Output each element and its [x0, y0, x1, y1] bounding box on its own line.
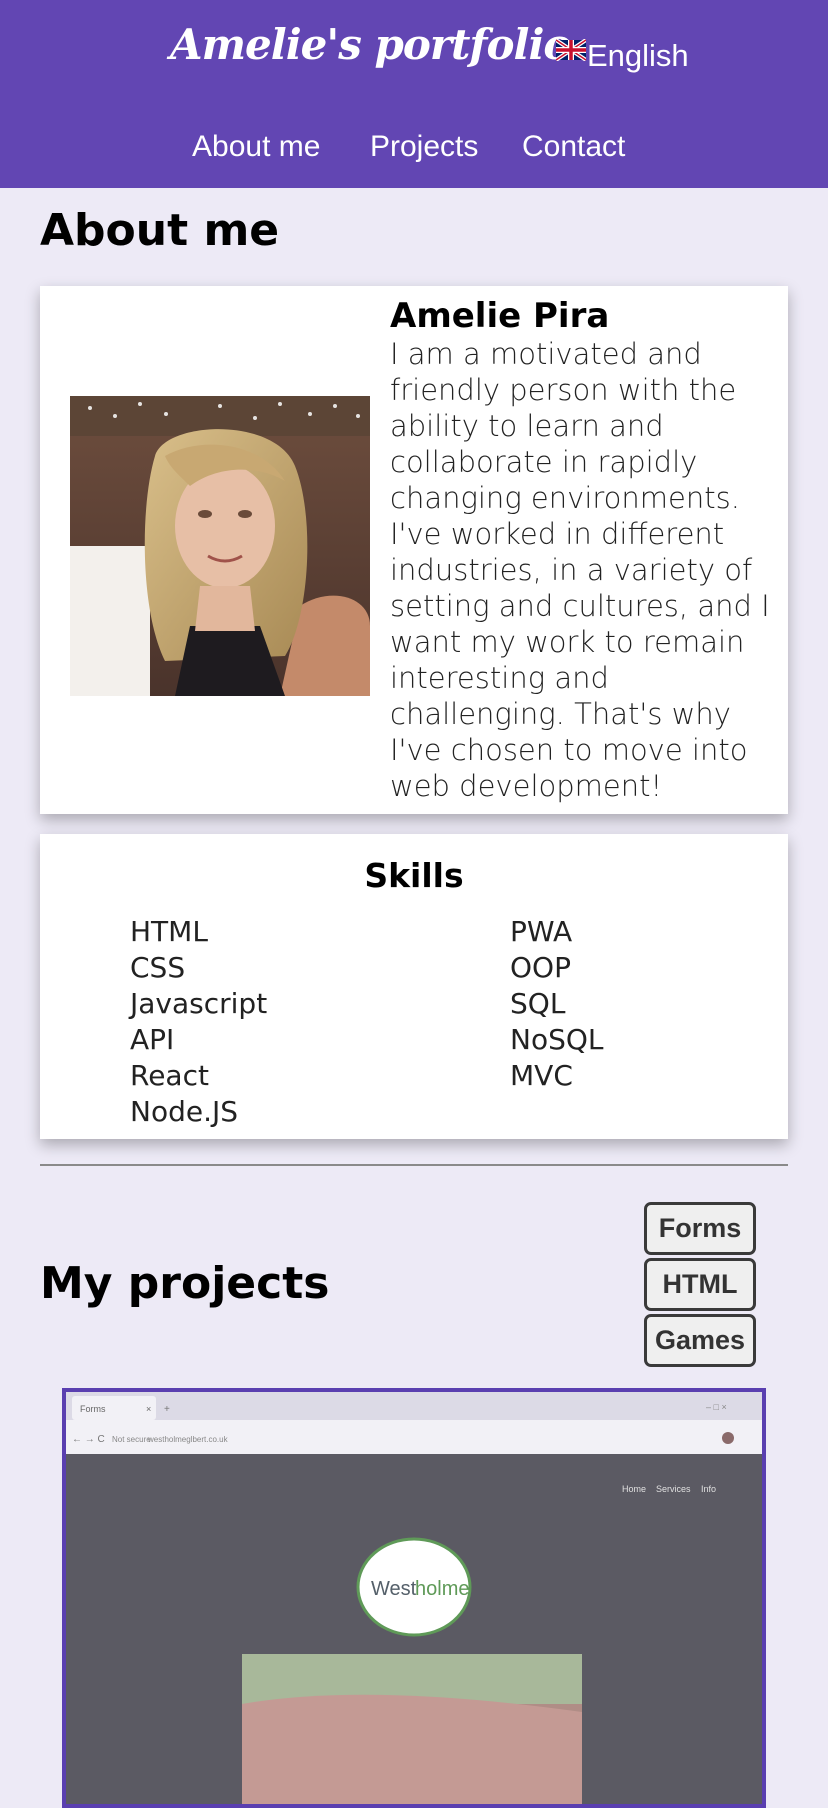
skill-item: API: [130, 1023, 175, 1056]
skill-item: Node.JS: [130, 1095, 239, 1128]
skill-item: CSS: [130, 951, 186, 984]
svg-text:– □ ×: – □ ×: [706, 1402, 727, 1412]
svg-text:+: +: [164, 1404, 170, 1415]
person-name: Amelie Pira: [390, 296, 610, 336]
skill-item: MVC: [510, 1059, 573, 1092]
language-selector[interactable]: English: [556, 38, 689, 74]
nav-about-me[interactable]: About me: [192, 130, 320, 164]
skill-item: SQL: [510, 987, 566, 1020]
project-screenshot: Forms × + – □ × ← → C Not secure westhol…: [66, 1392, 762, 1804]
preview-logo-text-2: holme: [415, 1578, 469, 1600]
preview-menu-home: Home: [622, 1484, 646, 1494]
preview-logo-text-1: West: [371, 1578, 417, 1600]
preview-url: westholmeglbert.co.uk: [147, 1435, 229, 1444]
preview-security: Not secure: [112, 1435, 151, 1444]
projects-heading: My projects: [40, 1258, 330, 1309]
language-label: English: [587, 38, 689, 73]
filter-forms-button[interactable]: Forms: [644, 1202, 756, 1255]
section-divider: [40, 1164, 788, 1166]
filter-html-button[interactable]: HTML: [644, 1258, 756, 1311]
skill-item: OOP: [510, 951, 571, 984]
uk-flag-icon: [556, 39, 586, 61]
profile-photo: [70, 396, 370, 696]
about-heading: About me: [40, 205, 280, 256]
svg-text:×: ×: [146, 1404, 151, 1414]
skills-list-1: HTML CSS Javascript API React Node.JS: [130, 914, 267, 1130]
nav-projects[interactable]: Projects: [370, 130, 478, 164]
site-header: Amelie's portfolio English About me Proj…: [0, 0, 828, 188]
skills-card: Skills HTML CSS Javascript API React Nod…: [40, 834, 788, 1139]
skill-item: PWA: [510, 915, 573, 948]
filter-games-button[interactable]: Games: [644, 1314, 756, 1367]
project-preview[interactable]: Forms × + – □ × ← → C Not secure westhol…: [62, 1388, 766, 1808]
skill-item: React: [130, 1059, 209, 1092]
preview-menu-services: Services: [656, 1484, 691, 1494]
bio-text: I am a motivated and friendly person wit…: [390, 337, 770, 803]
svg-text:← → C: ← → C: [72, 1434, 105, 1445]
preview-menu-info: Info: [701, 1484, 716, 1494]
skills-heading: Skills: [364, 856, 464, 895]
site-title: Amelie's portfolio: [170, 20, 571, 69]
nav-contact[interactable]: Contact: [522, 130, 625, 164]
skill-item: NoSQL: [510, 1023, 604, 1056]
skill-item: Javascript: [130, 987, 268, 1020]
skill-item: HTML: [130, 915, 208, 948]
preview-tab-title: Forms: [80, 1404, 106, 1414]
about-card: Amelie Pira I am a motivated and friendl…: [40, 286, 788, 814]
skills-list-2: PWA OOP SQL NoSQL MVC: [510, 914, 604, 1094]
